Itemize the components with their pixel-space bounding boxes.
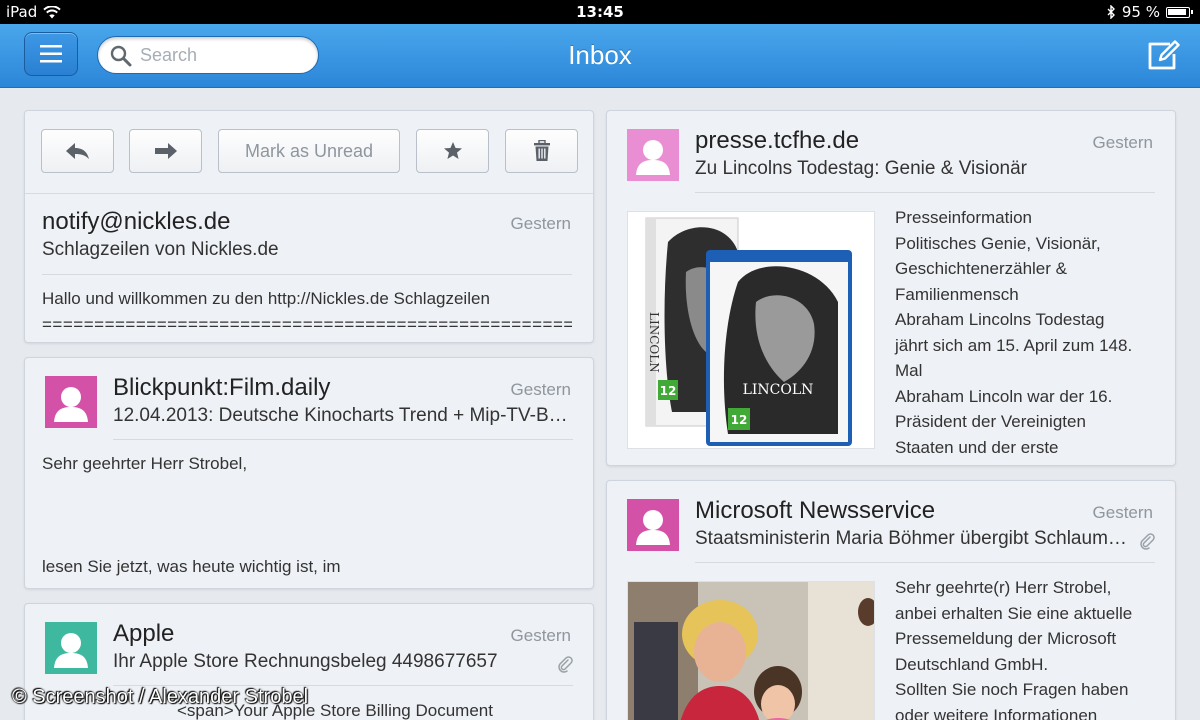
email-sender: Apple (113, 620, 175, 647)
battery-percent: 95 % (1121, 3, 1160, 21)
email-subject: Zu Lincolns Todestag: Genie & Visionär (695, 158, 1027, 179)
status-right: 95 % (1107, 3, 1193, 21)
dvd-spine-title: LINCOLN (647, 312, 661, 373)
email-date: Gestern (510, 626, 571, 645)
email-divider (695, 562, 1155, 563)
search-field[interactable] (97, 36, 319, 74)
mark-as-unread-button[interactable]: Mark as Unread (218, 129, 400, 173)
reply-button[interactable] (41, 129, 114, 173)
open-message-date: Gestern (510, 214, 571, 233)
avatar (45, 376, 97, 428)
open-message-card: Mark as Unread notify@nickles.de Gestern… (24, 110, 594, 343)
watermark: © Screenshot / Alexander Strobel (12, 686, 309, 708)
menu-button[interactable] (24, 32, 78, 76)
email-date: Gestern (1092, 133, 1153, 152)
preview-line: Deutschland GmbH. (895, 654, 1049, 674)
search-input[interactable] (140, 43, 310, 67)
dvd-rating: 12 (660, 384, 677, 398)
header-divider (42, 274, 572, 275)
star-icon (443, 142, 462, 159)
preview-line: Pressemeldung der Microsoft (895, 629, 1117, 648)
email-card[interactable]: Microsoft Newsservice Gestern Staatsmini… (606, 480, 1176, 720)
forward-icon (154, 143, 177, 159)
forward-button[interactable] (129, 129, 202, 173)
preview-line: Mal (895, 361, 923, 380)
star-button[interactable] (416, 129, 489, 173)
email-date: Gestern (1092, 503, 1153, 522)
bluetooth-icon (1107, 5, 1115, 19)
battery-icon (1166, 6, 1193, 18)
email-thumbnail: LINCOLN 12 LINCOLN 12 (627, 211, 875, 449)
compose-icon (1148, 40, 1180, 70)
email-sender: Microsoft Newsservice (695, 497, 936, 524)
preview-line: Geschichtenerzähler & (895, 259, 1067, 278)
email-date: Gestern (510, 380, 571, 399)
preview-line: oder weitere Informationen (895, 705, 1098, 720)
email-preview-bottom: lesen Sie jetzt, was heute wichtig ist, … (42, 557, 341, 576)
hamburger-icon (40, 45, 62, 63)
email-sender: presse.tcfhe.de (695, 127, 860, 154)
open-message-body-line1: Hallo und willkommen zu den http://Nickl… (42, 289, 490, 308)
toolbar-divider (25, 193, 593, 194)
email-card[interactable]: Blickpunkt:Film.daily Gestern 12.04.2013… (24, 357, 594, 589)
avatar (627, 129, 679, 181)
email-divider (695, 192, 1155, 193)
preview-line: jährt sich am 15. April zum 148. (895, 335, 1133, 355)
preview-line: Familienmensch (895, 284, 1019, 304)
navigation-bar: Inbox (0, 24, 1200, 88)
email-thumbnail (627, 581, 875, 720)
reply-icon (65, 143, 89, 159)
email-preview: Sehr geehrte(r) Herr Strobel, anbei erha… (895, 575, 1132, 720)
open-message-sender: notify@nickles.de (42, 208, 231, 235)
preview-line: Staaten und der erste (895, 437, 1059, 457)
email-subject: 12.04.2013: Deutsche Kinocharts Trend + … (113, 405, 568, 426)
attachment-icon (1140, 533, 1155, 550)
compose-button[interactable] (1146, 40, 1182, 72)
trash-button[interactable] (505, 129, 578, 173)
email-divider (113, 439, 573, 440)
mark-as-unread-label: Mark as Unread (244, 140, 374, 161)
bluray-rating: 12 (731, 413, 748, 427)
avatar (627, 499, 679, 551)
email-preview-top: Sehr geehrter Herr Strobel, (42, 454, 248, 473)
preview-line: Politisches Genie, Visionär, (895, 233, 1101, 253)
email-subject: Staatsministerin Maria Böhmer übergibt S… (695, 528, 1135, 549)
preview-line: Abraham Lincolns Todestag (895, 310, 1105, 329)
status-bar: iPad 13:45 95 % (0, 0, 1200, 24)
bluray-title: LINCOLN (743, 382, 814, 398)
preview-line: Presseinformation (895, 208, 1033, 227)
email-subject: Ihr Apple Store Rechnungsbeleg 449867765… (113, 651, 498, 672)
attachment-icon (558, 656, 573, 673)
open-message-subject: Schlagzeilen von Nickles.de (42, 239, 279, 260)
email-sender: Blickpunkt:Film.daily (113, 374, 331, 401)
preview-line: anbei erhalten Sie eine aktuelle (895, 603, 1133, 623)
open-message-body-line2: ========================================… (42, 315, 572, 334)
status-time: 13:45 (576, 3, 624, 21)
search-icon (110, 45, 132, 67)
avatar (45, 622, 97, 674)
trash-icon (533, 140, 550, 161)
email-card[interactable]: presse.tcfhe.de Gestern Zu Lincolns Tode… (606, 110, 1176, 466)
preview-line: Sehr geehrte(r) Herr Strobel, (895, 578, 1112, 597)
preview-line: Präsident der Vereinigten (895, 412, 1086, 431)
email-preview: Presseinformation Politisches Genie, Vis… (895, 205, 1132, 460)
preview-line: Sollten Sie noch Fragen haben (895, 680, 1129, 699)
preview-line: Abraham Lincoln war der 16. (895, 386, 1113, 406)
